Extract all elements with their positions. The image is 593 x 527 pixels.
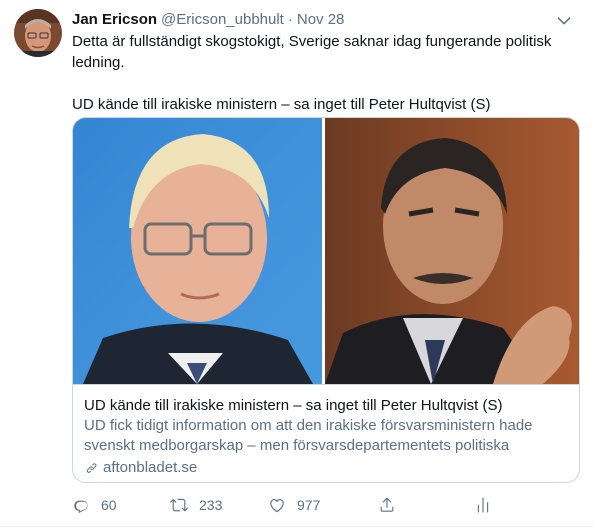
card-domain-text: aftonbladet.se <box>103 459 198 476</box>
separator-dot: · <box>287 11 293 28</box>
reply-icon <box>74 500 88 514</box>
avatar[interactable] <box>14 9 62 57</box>
retweet-icon <box>170 498 188 512</box>
analytics-button[interactable] <box>474 493 492 517</box>
author-name[interactable]: Jan Ericson <box>72 11 157 28</box>
reply-count: 60 <box>101 497 117 513</box>
tweet-text: Detta är fullständigt skogstokigt, Sveri… <box>72 31 582 115</box>
like-button[interactable]: 977 <box>268 493 378 517</box>
link-card[interactable]: UD kände till irakiske ministern – sa in… <box>72 117 580 483</box>
chevron-down-icon[interactable] <box>555 12 573 30</box>
tweet-date[interactable]: Nov 28 <box>297 11 345 28</box>
tweet[interactable]: Jan Ericson @Ericson_ubbhult · Nov 28 Detta… <box>0 0 593 527</box>
analytics-icon <box>477 497 489 513</box>
card-title: UD kände till irakiske ministern – sa in… <box>84 397 503 414</box>
heart-icon <box>270 499 284 513</box>
retweet-count: 233 <box>199 497 223 513</box>
card-domain: aftonbladet.se <box>84 458 568 478</box>
tweet-text-line: UD kände till irakiske ministern – sa in… <box>72 96 491 113</box>
like-count: 977 <box>297 497 321 513</box>
card-description: UD fick tidigt information om att den ir… <box>84 417 533 454</box>
author-handle[interactable]: @Ericson_ubbhult <box>161 11 284 28</box>
card-image[interactable] <box>73 118 579 384</box>
tweet-text-line: Detta är fullständigt skogstokigt, Sveri… <box>72 33 552 71</box>
retweet-button[interactable]: 233 <box>170 493 268 517</box>
link-icon <box>86 463 97 473</box>
share-icon <box>380 497 394 512</box>
share-button[interactable] <box>378 493 474 517</box>
tweet-header: Jan Ericson @Ericson_ubbhult · Nov 28 <box>72 10 573 30</box>
card-body[interactable]: UD kände till irakiske ministern – sa in… <box>73 384 579 482</box>
reply-button[interactable]: 60 <box>72 493 170 517</box>
tweet-actions: 60 233 977 <box>72 493 512 517</box>
